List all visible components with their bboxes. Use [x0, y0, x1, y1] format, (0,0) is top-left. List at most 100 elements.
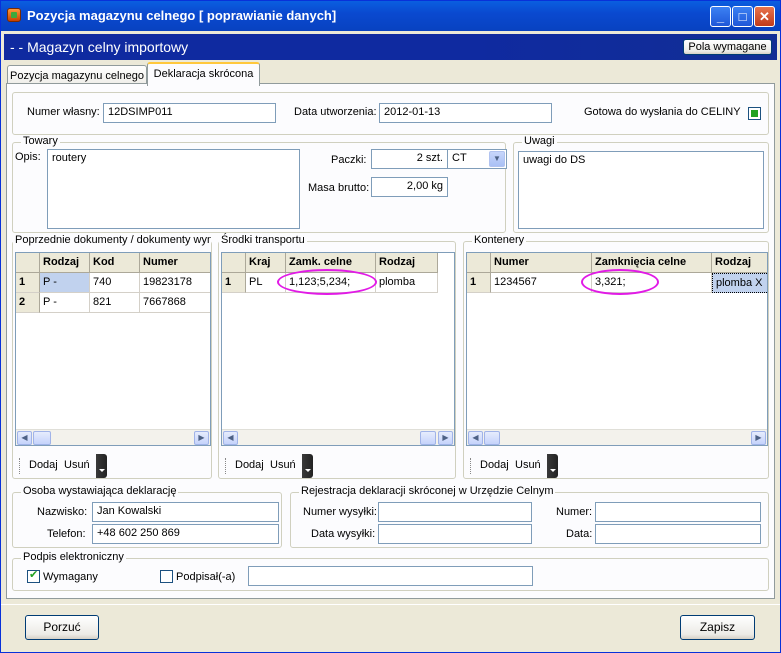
table-cell[interactable]: 1234567 — [491, 273, 592, 293]
scroll-left-icon[interactable]: ◀ — [468, 431, 483, 445]
ready-to-send-checkbox[interactable] — [748, 107, 761, 120]
minimize-button[interactable]: _ — [710, 6, 731, 27]
packages-field[interactable]: 2 szt. — [371, 149, 448, 169]
horizontal-scrollbar[interactable]: ◀ ▶ — [222, 429, 454, 445]
scroll-right-icon[interactable]: ▶ — [438, 431, 453, 445]
scroll-thumb[interactable] — [33, 431, 51, 445]
previous-documents-toolbar: Dodaj Usuń — [17, 454, 117, 478]
toolbar-options-icon[interactable] — [96, 454, 107, 478]
scroll-thumb[interactable] — [484, 431, 500, 445]
column-header[interactable]: Numer — [491, 253, 592, 273]
previous-documents-title: Poprzednie dokumenty / dokumenty wyn — [13, 234, 211, 246]
table-cell[interactable]: 7667868 — [140, 293, 210, 313]
transport-group: Środki transportu Kraj Zamk. celne Rodza… — [218, 234, 456, 479]
shipment-number-field[interactable] — [378, 502, 532, 522]
signer-field[interactable] — [248, 566, 533, 586]
phone-field[interactable]: +48 602 250 869 — [92, 524, 279, 544]
table-cell[interactable]: 19823178 — [140, 273, 210, 293]
table-cell[interactable]: 821 — [90, 293, 140, 313]
column-header[interactable]: Kod — [90, 253, 140, 273]
scroll-left-icon[interactable]: ◀ — [223, 431, 238, 445]
package-type-value: CT — [452, 152, 467, 164]
table-cell[interactable]: P - — [40, 293, 90, 313]
table-cell[interactable]: 740 — [90, 273, 140, 293]
person-title: Osoba wystawiająca deklarację — [21, 485, 179, 497]
toolbar-grip — [470, 458, 473, 474]
ready-to-send-label: Gotowa do wysłania do CELINY — [584, 106, 741, 118]
row-number[interactable]: 1 — [222, 273, 246, 293]
chevron-down-icon[interactable]: ▼ — [489, 151, 505, 167]
containers-toolbar: Dodaj Usuń — [468, 454, 568, 478]
table-cell[interactable]: plomba — [376, 273, 438, 293]
gross-mass-label: Masa brutto: — [308, 182, 370, 194]
scroll-right-icon[interactable]: ▶ — [194, 431, 209, 445]
highlight-ellipse — [581, 269, 659, 295]
add-container-button[interactable]: Dodaj — [480, 459, 509, 471]
column-header[interactable]: Numer — [140, 253, 210, 273]
add-transport-button[interactable]: Dodaj — [235, 459, 264, 471]
containers-grid[interactable]: Numer Zamknięcia celne Rodzaj 1 1234567 … — [466, 252, 768, 446]
transport-grid[interactable]: Kraj Zamk. celne Rodzaj 1 PL 1,123;5,234… — [221, 252, 455, 446]
previous-documents-grid[interactable]: Rodzaj Kod Numer 1 P - 740 19823178 2 P … — [15, 252, 211, 446]
add-document-button[interactable]: Dodaj — [29, 459, 58, 471]
number-field[interactable] — [595, 502, 761, 522]
maximize-icon: □ — [738, 9, 747, 24]
created-date-field[interactable]: 2012-01-13 — [379, 103, 552, 123]
remove-container-button[interactable]: Usuń — [515, 459, 541, 471]
scroll-left-icon[interactable]: ◀ — [17, 431, 32, 445]
column-header[interactable]: Rodzaj — [712, 253, 767, 273]
own-number-field[interactable]: 12DSIMP011 — [103, 103, 276, 123]
column-header[interactable]: Rodzaj — [376, 253, 438, 273]
goods-description-field[interactable]: routery — [47, 149, 300, 229]
package-type-select[interactable]: CT ▼ — [447, 149, 507, 169]
horizontal-scrollbar[interactable]: ◀ ▶ — [16, 429, 210, 445]
signed-checkbox[interactable] — [160, 570, 173, 583]
goods-title: Towary — [21, 135, 60, 147]
row-number[interactable]: 2 — [16, 293, 40, 313]
horizontal-scrollbar[interactable]: ◀ ▶ — [467, 429, 767, 445]
created-date-label: Data utworzenia: — [294, 106, 377, 118]
column-header[interactable]: Rodzaj — [40, 253, 90, 273]
main-window: Pozycja magazynu celnego [ poprawianie d… — [0, 0, 781, 653]
required-fields-button[interactable]: Pola wymagane — [683, 39, 772, 55]
row-number[interactable]: 1 — [467, 273, 491, 293]
remove-document-button[interactable]: Usuń — [64, 459, 90, 471]
table-cell[interactable]: plomba X — [712, 273, 767, 293]
row-number[interactable]: 1 — [16, 273, 40, 293]
save-button[interactable]: Zapisz — [680, 615, 755, 640]
toolbar-grip — [225, 458, 228, 474]
notes-field[interactable]: uwagi do DS — [518, 151, 764, 229]
module-banner: - - Magazyn celny importowy Pola wymagan… — [4, 34, 777, 60]
grid-corner — [467, 253, 491, 273]
module-title: - - Magazyn celny importowy — [10, 39, 189, 55]
signature-group: Podpis elektroniczny Wymagany Podpisał(-… — [12, 551, 769, 591]
grid-corner — [222, 253, 246, 273]
abandon-button[interactable]: Porzuć — [25, 615, 99, 640]
registration-title: Rejestracja deklaracji skróconej w Urzęd… — [299, 485, 556, 497]
goods-description-label: Opis: — [15, 151, 41, 163]
window-title: Pozycja magazynu celnego [ poprawianie d… — [27, 8, 337, 23]
required-signature-checkbox[interactable] — [27, 568, 40, 583]
header-group: Numer własny: 12DSIMP011 Data utworzenia… — [12, 92, 769, 135]
notes-title: Uwagi — [522, 135, 557, 147]
surname-field[interactable]: Jan Kowalski — [92, 502, 279, 522]
date-field[interactable] — [595, 524, 761, 544]
scroll-thumb[interactable] — [420, 431, 436, 445]
table-cell[interactable]: P - — [40, 273, 90, 293]
signature-title: Podpis elektroniczny — [21, 551, 126, 563]
scroll-right-icon[interactable]: ▶ — [751, 431, 766, 445]
signed-label: Podpisał(-a) — [176, 571, 236, 583]
tab-short-declaration[interactable]: Deklaracja skrócona — [147, 62, 260, 86]
title-bar[interactable]: Pozycja magazynu celnego [ poprawianie d… — [1, 1, 780, 31]
toolbar-options-icon[interactable] — [302, 454, 313, 478]
column-header[interactable]: Kraj — [246, 253, 286, 273]
toolbar-options-icon[interactable] — [547, 454, 558, 478]
remove-transport-button[interactable]: Usuń — [270, 459, 296, 471]
gross-mass-field[interactable]: 2,00 kg — [371, 177, 448, 197]
phone-label: Telefon: — [47, 528, 86, 540]
shipment-date-field[interactable] — [378, 524, 532, 544]
shipment-date-label: Data wysyłki: — [311, 528, 376, 540]
close-button[interactable]: ✕ — [754, 6, 775, 27]
maximize-button[interactable]: □ — [732, 6, 753, 27]
previous-documents-group: Poprzednie dokumenty / dokumenty wyn Rod… — [12, 234, 212, 479]
